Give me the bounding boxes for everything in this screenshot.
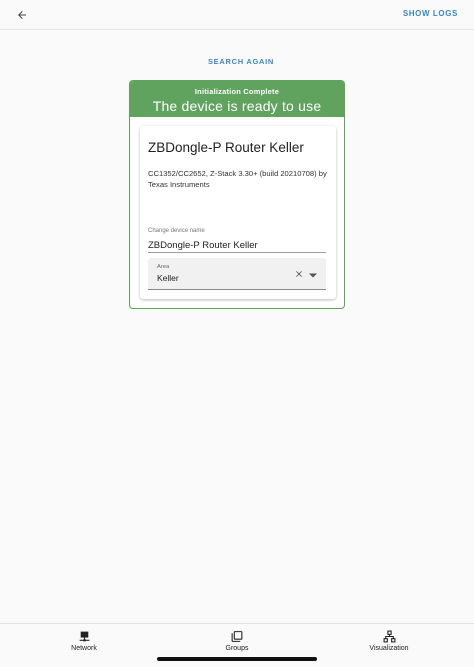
home-indicator <box>157 657 317 661</box>
area-dropdown-button[interactable] <box>308 271 318 279</box>
area-field-label: Area <box>157 264 170 270</box>
nav-label-network: Network <box>71 645 97 652</box>
nav-item-visualization[interactable]: Visualization <box>349 629 429 652</box>
arrow-left-icon <box>18 11 26 19</box>
status-title: The device is ready to use <box>152 98 322 114</box>
nav-item-network[interactable]: Network <box>44 629 124 652</box>
device-name-field-label: Change device name <box>148 228 205 234</box>
status-banner: Initialization Complete The device is re… <box>130 81 344 117</box>
close-icon <box>296 271 302 277</box>
network-icon <box>79 631 89 641</box>
nav-label-groups: Groups <box>225 645 249 652</box>
show-logs-button[interactable]: SHOW LOGS <box>403 9 458 18</box>
device-name-input[interactable] <box>148 238 326 253</box>
back-button[interactable] <box>12 6 32 24</box>
caret-down-icon <box>309 273 317 277</box>
search-again-button[interactable]: SEARCH AGAIN <box>0 57 474 66</box>
clear-area-button[interactable] <box>293 268 305 280</box>
top-app-bar: SHOW LOGS <box>0 0 474 30</box>
device-info-card: ZBDongle-P Router Keller CC1352/CC2652, … <box>140 126 336 299</box>
hub-icon <box>383 630 395 642</box>
status-subtitle: Initialization Complete <box>194 87 280 96</box>
nav-item-groups[interactable]: Groups <box>197 629 277 652</box>
nav-label-visualization: Visualization <box>369 645 409 652</box>
device-status-card: Initialization Complete The device is re… <box>129 80 345 309</box>
area-select[interactable]: Area Keller <box>148 258 326 290</box>
area-selected-value: Keller <box>157 273 179 283</box>
device-name-heading: ZBDongle-P Router Keller <box>148 140 304 155</box>
groups-icon <box>231 630 243 642</box>
device-description: CC1352/CC2652, Z-Stack 3.30+ (build 2021… <box>148 169 327 189</box>
